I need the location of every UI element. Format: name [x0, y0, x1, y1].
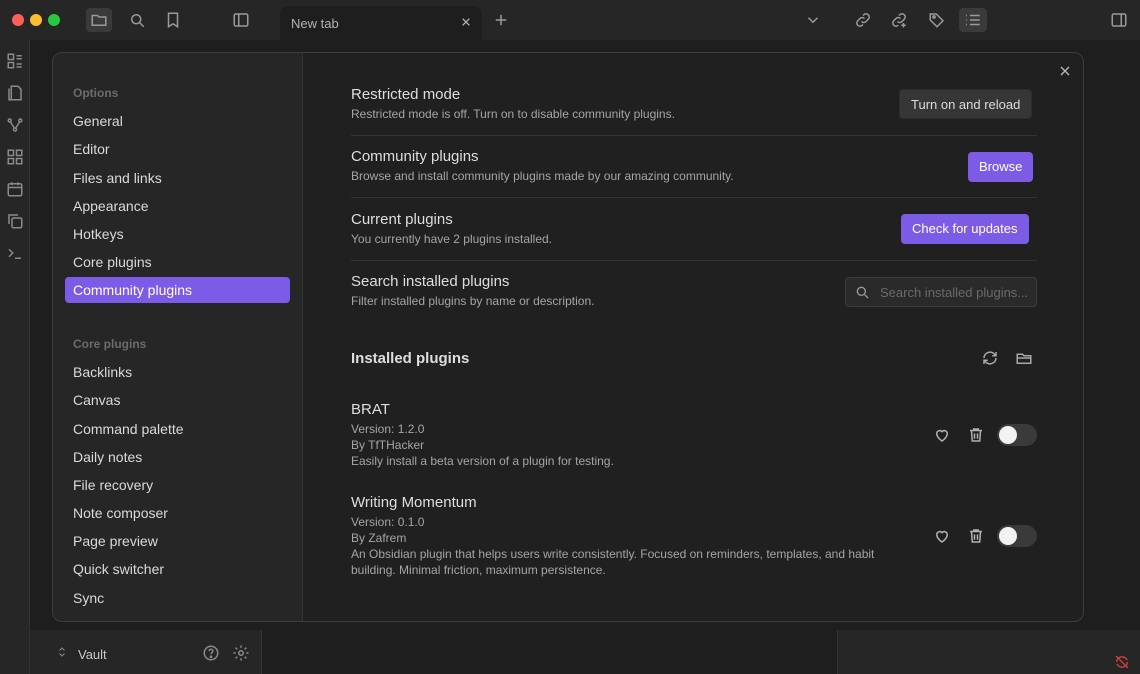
- divider: [351, 260, 1037, 261]
- sidebar-item-templates[interactable]: Templates: [65, 613, 290, 621]
- plugin-description: An Obsidian plugin that helps users writ…: [351, 547, 875, 561]
- sidebar-item-page-preview[interactable]: Page preview: [65, 528, 290, 554]
- toggle-knob: [999, 426, 1017, 444]
- close-tab-icon[interactable]: [458, 14, 474, 30]
- search-icon: [856, 286, 869, 299]
- graph-icon[interactable]: [6, 116, 24, 134]
- help-icon[interactable]: [202, 644, 220, 662]
- heart-icon[interactable]: [933, 527, 951, 545]
- heart-icon[interactable]: [933, 426, 951, 444]
- reload-icon[interactable]: [981, 349, 999, 367]
- sidebar-toggle-icon[interactable]: [230, 10, 252, 30]
- sidebar-item-core-plugins[interactable]: Core plugins: [65, 249, 290, 275]
- editor-bottom: [262, 630, 838, 674]
- sidebar-item-community-plugins[interactable]: Community plugins: [65, 277, 290, 303]
- setting-community-plugins: Community plugins Browse and install com…: [351, 148, 1037, 183]
- search-icon[interactable]: [126, 10, 148, 30]
- calendar-icon[interactable]: [6, 180, 24, 198]
- sync-error-icon[interactable]: [1114, 654, 1130, 670]
- options-heading: Options: [73, 86, 119, 100]
- tab-title: New tab: [291, 16, 339, 31]
- plugin-version: Version: 1.2.0: [351, 422, 425, 436]
- right-panel-bottom: [838, 630, 1140, 674]
- sidebar-item-quick-switcher[interactable]: Quick switcher: [65, 556, 290, 582]
- sidebar-item-files-and-links[interactable]: Files and links: [65, 165, 290, 191]
- plugin-author: By TfTHacker: [351, 438, 425, 452]
- turn-on-and-reload-button[interactable]: Turn on and reload: [899, 89, 1033, 119]
- bookmark-icon[interactable]: [162, 10, 184, 30]
- plugin-name: Writing Momentum: [351, 494, 477, 511]
- sidebar-item-backlinks[interactable]: Backlinks: [65, 359, 290, 385]
- search-installed-plugins-field[interactable]: [845, 277, 1037, 307]
- plugin-toggle-writing-momentum[interactable]: [997, 525, 1037, 547]
- sidebar-item-editor[interactable]: Editor: [65, 136, 290, 162]
- sidebar-item-hotkeys[interactable]: Hotkeys: [65, 221, 290, 247]
- plugin-author: By Zafrem: [351, 531, 407, 545]
- right-sidebar-toggle-icon[interactable]: [1108, 10, 1130, 30]
- plugin-item-writing-momentum: Writing Momentum Version: 0.1.0 By Zafre…: [351, 494, 931, 578]
- sidebar-item-sync[interactable]: Sync: [65, 585, 290, 611]
- plugin-item-brat: BRAT Version: 1.2.0 By TfTHacker Easily …: [351, 401, 931, 469]
- installed-plugins-heading: Installed plugins: [351, 350, 470, 367]
- sidebar-item-note-composer[interactable]: Note composer: [65, 500, 290, 526]
- chevron-up-down-icon[interactable]: [56, 646, 68, 658]
- search-installed-plugins-input[interactable]: [880, 278, 1034, 306]
- minimize-window-button[interactable]: [30, 14, 42, 26]
- plugin-description: Easily install a beta version of a plugi…: [351, 454, 614, 468]
- sidebar-item-daily-notes[interactable]: Daily notes: [65, 444, 290, 470]
- tab-new-tab[interactable]: New tab: [280, 6, 482, 40]
- terminal-icon[interactable]: [6, 244, 24, 262]
- outline-icon[interactable]: [959, 8, 987, 32]
- title-bar: New tab: [0, 0, 1140, 40]
- core-plugins-heading: Core plugins: [73, 337, 147, 351]
- sidebar-item-appearance[interactable]: Appearance: [65, 193, 290, 219]
- plugin-toggle-brat[interactable]: [997, 424, 1037, 446]
- sidebar-item-general[interactable]: General: [65, 108, 290, 134]
- divider: [351, 135, 1037, 136]
- blocks-icon[interactable]: [6, 148, 24, 166]
- files-icon[interactable]: [6, 84, 24, 102]
- vault-name[interactable]: Vault: [78, 647, 107, 662]
- dashboard-icon[interactable]: [6, 52, 24, 70]
- toggle-knob: [999, 527, 1017, 545]
- vault-switcher-bar: Vault: [30, 630, 262, 674]
- tags-icon[interactable]: [926, 10, 948, 30]
- sidebar-item-file-recovery[interactable]: File recovery: [65, 472, 290, 498]
- copy-icon[interactable]: [6, 212, 24, 230]
- new-tab-icon[interactable]: [490, 10, 512, 30]
- plugin-name: BRAT: [351, 401, 390, 418]
- left-ribbon: [0, 40, 30, 674]
- settings-sidebar: Options General Editor Files and links A…: [53, 53, 303, 621]
- plugin-version: Version: 0.1.0: [351, 515, 425, 529]
- maximize-window-button[interactable]: [48, 14, 60, 26]
- check-for-updates-button[interactable]: Check for updates: [901, 214, 1029, 244]
- trash-icon[interactable]: [967, 527, 985, 545]
- gear-icon[interactable]: [232, 644, 250, 662]
- folder-open-icon[interactable]: [1015, 349, 1033, 367]
- settings-content: Restricted mode Restricted mode is off. …: [303, 53, 1083, 621]
- divider: [351, 197, 1037, 198]
- trash-icon[interactable]: [967, 426, 985, 444]
- sidebar-item-command-palette[interactable]: Command palette: [65, 416, 290, 442]
- close-window-button[interactable]: [12, 14, 24, 26]
- setting-description: Browse and install community plugins mad…: [351, 169, 734, 183]
- browse-button[interactable]: Browse: [968, 152, 1034, 182]
- plugin-description-cont: building. Minimal friction, maximum pers…: [351, 563, 606, 577]
- link-icon[interactable]: [852, 10, 874, 30]
- link-add-icon[interactable]: [888, 10, 910, 30]
- chevron-down-icon[interactable]: [802, 10, 824, 30]
- sidebar-item-canvas[interactable]: Canvas: [65, 387, 290, 413]
- setting-title: Community plugins: [351, 148, 479, 165]
- settings-modal: Options General Editor Files and links A…: [52, 52, 1084, 622]
- folder-icon[interactable]: [86, 8, 112, 32]
